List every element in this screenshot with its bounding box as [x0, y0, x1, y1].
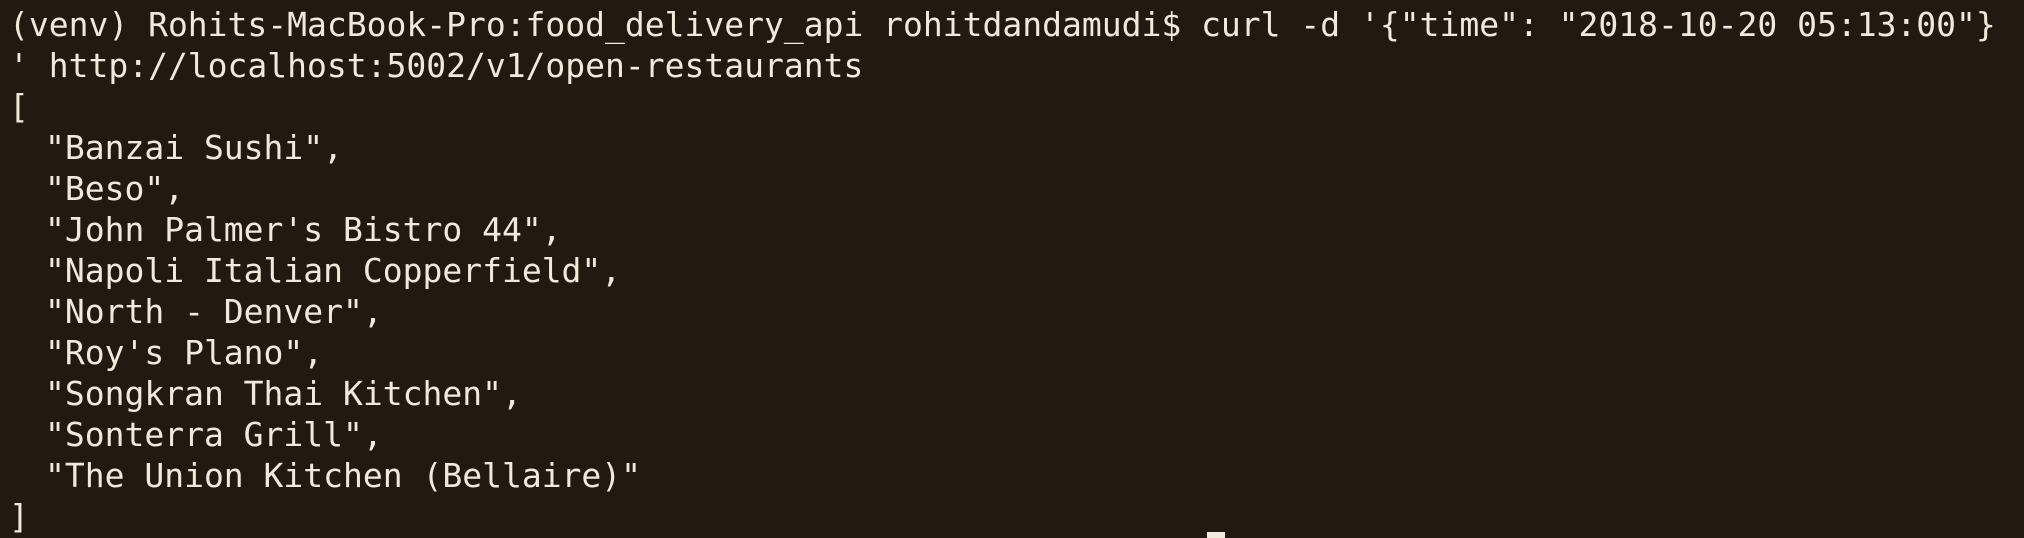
list-item: "North - Denver", [45, 292, 383, 331]
list-item: "Napoli Italian Copperfield", [45, 251, 622, 290]
list-item: "Banzai Sushi", [45, 128, 344, 167]
list-item: "Beso", [45, 169, 185, 208]
terminal-window[interactable]: (venv) Rohits-MacBook-Pro:food_delivery_… [0, 0, 2024, 538]
list-item: "Roy's Plano", [45, 333, 324, 372]
command-line: (venv) Rohits-MacBook-Pro:food_delivery_… [9, 4, 2024, 45]
json-open-bracket: [ [9, 87, 29, 126]
shell-prompt: (venv) Rohits-MacBook-Pro:food_delivery_… [9, 5, 1202, 44]
list-item: "Songkran Thai Kitchen", [45, 374, 522, 413]
list-item: "The Union Kitchen (Bellaire)" [45, 456, 642, 495]
command-line-wrap: ' http://localhost:5002/v1/open-restaura… [9, 46, 864, 85]
curl-command: curl -d '{"time": "2018-10-20 05:13:00"} [1201, 5, 1996, 44]
json-close-bracket: ] [9, 497, 29, 536]
list-item: "John Palmer's Bistro 44", [45, 210, 562, 249]
text-cursor [1207, 532, 1225, 538]
list-item: "Sonterra Grill", [45, 415, 383, 454]
